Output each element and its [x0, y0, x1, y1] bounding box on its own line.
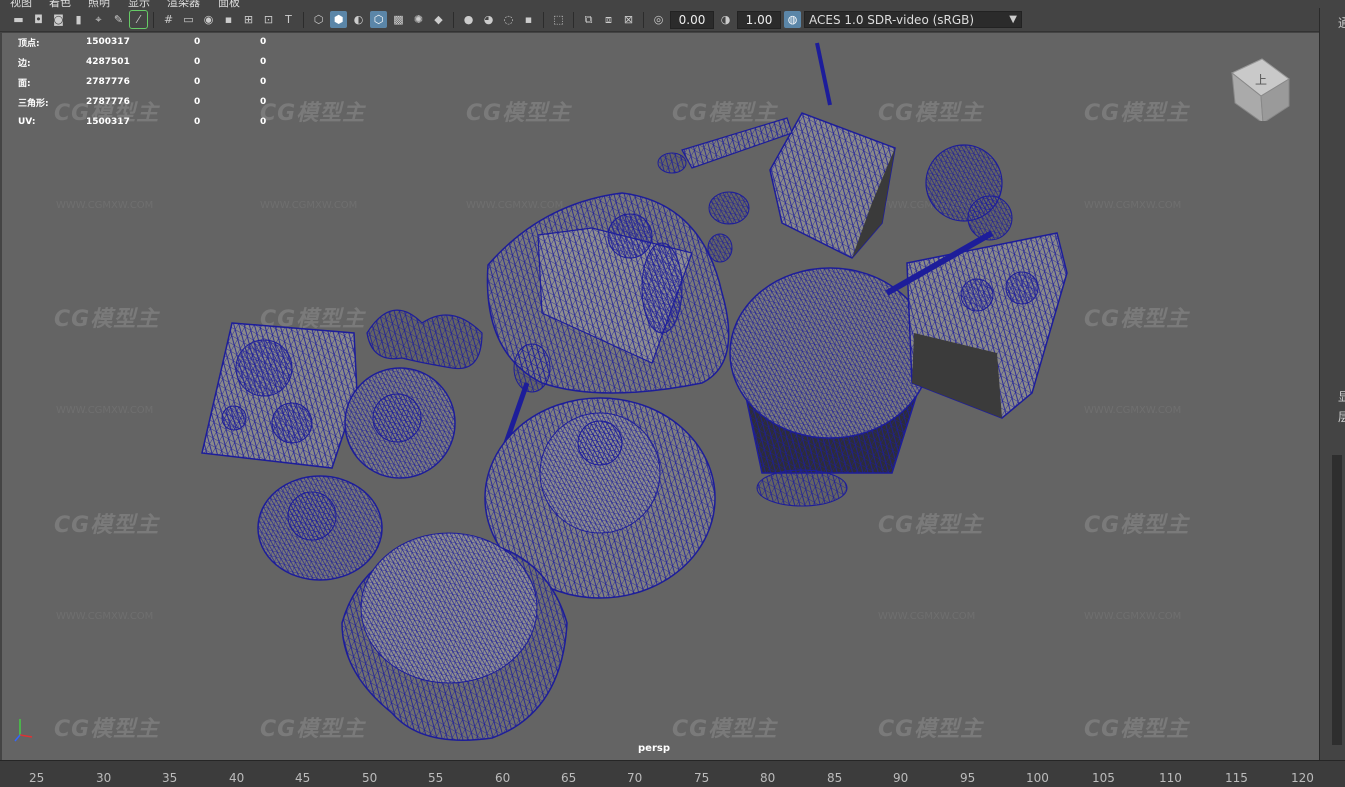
panel-tab-label[interactable]: 通 — [1338, 14, 1345, 31]
dessert-cup[interactable] — [729, 267, 931, 507]
time-tick-label: 85 — [827, 771, 843, 785]
exposure-icon[interactable]: ◎ — [650, 11, 667, 28]
xray-joints-icon[interactable]: ⧈ — [600, 11, 617, 28]
menu-lighting[interactable]: 照明 — [88, 0, 110, 8]
time-tick-label: 90 — [893, 771, 909, 785]
image-plane-icon[interactable]: ▮ — [70, 11, 87, 28]
resolution-gate-icon[interactable]: ◉ — [200, 11, 217, 28]
hud-row-edges: 边: 4287501 0 0 — [18, 57, 267, 69]
time-slider[interactable]: 25 30 35 40 45 50 55 60 65 70 75 80 85 9… — [0, 760, 1345, 787]
xray-icon[interactable]: ⧉ — [580, 11, 597, 28]
donut[interactable] — [344, 367, 456, 479]
2d-pan-zoom-icon[interactable]: ⌖ — [90, 11, 107, 28]
film-gate-icon[interactable]: ▭ — [180, 11, 197, 28]
strawberry-skewer[interactable] — [366, 309, 483, 370]
color-management-icon[interactable]: ◍ — [784, 11, 801, 28]
time-tick-label: 45 — [295, 771, 311, 785]
right-scrollbar[interactable] — [1332, 455, 1342, 745]
drink-box[interactable] — [769, 42, 896, 259]
menu-show[interactable]: 显示 — [128, 0, 150, 8]
time-tick-label: 35 — [162, 771, 178, 785]
time-tick-label: 100 — [1026, 771, 1049, 785]
time-tick-label: 120 — [1291, 771, 1314, 785]
square-cake[interactable] — [201, 322, 358, 469]
time-tick-label: 40 — [229, 771, 245, 785]
panel-tab-label[interactable]: 显 — [1338, 388, 1345, 405]
bookmark-icon[interactable]: ◙ — [50, 11, 67, 28]
time-tick-label: 80 — [760, 771, 776, 785]
time-tick-label: 65 — [561, 771, 577, 785]
cupcake[interactable] — [257, 475, 383, 581]
motion-blur-icon[interactable]: ◕ — [480, 11, 497, 28]
view-cube[interactable]: 上 — [1227, 51, 1297, 121]
smooth-shade-icon[interactable]: ⬢ — [330, 11, 347, 28]
backface-icon[interactable]: ⊠ — [620, 11, 637, 28]
hud-row-vertices: 顶点: 1500317 0 0 — [18, 37, 267, 49]
hud-row-faces: 面: 2787776 0 0 — [18, 77, 267, 89]
menu-bar: 视图 着色 照明 显示 渲染器 面板 — [0, 0, 1345, 8]
gate-mask-icon[interactable]: ▪ — [220, 11, 237, 28]
depth-of-field-icon[interactable]: ▪ — [520, 11, 537, 28]
rolling-pin[interactable] — [657, 117, 793, 174]
panel-tab-label[interactable]: 层 — [1338, 408, 1345, 425]
poly-count-hud: 顶点: 1500317 0 0 边: 4287501 0 0 面: 2787776 0 0 三角形… — [18, 33, 266, 132]
time-tick-label: 105 — [1092, 771, 1115, 785]
view-cube-top-label: 上 — [1255, 73, 1267, 87]
axis-gizmo-icon — [14, 719, 33, 742]
safe-action-icon[interactable]: ⊡ — [260, 11, 277, 28]
candy[interactable] — [707, 191, 750, 263]
textured-icon[interactable]: ▩ — [390, 11, 407, 28]
view-transform-select[interactable]: ACES 1.0 SDR-video (sRGB) ▼ — [804, 11, 1022, 28]
time-tick-label: 30 — [96, 771, 112, 785]
camera-select-icon[interactable]: ▬ — [10, 11, 27, 28]
lights-icon[interactable]: ✺ — [410, 11, 427, 28]
wireframe-scene[interactable] — [2, 33, 1319, 760]
time-tick-label: 55 — [428, 771, 444, 785]
hud-row-triangles: 三角形: 2787776 0 0 — [18, 97, 267, 109]
view-transform-value: ACES 1.0 SDR-video (sRGB) — [809, 12, 975, 27]
field-chart-icon[interactable]: ⊞ — [240, 11, 257, 28]
camera-attributes-icon[interactable]: ◘ — [30, 11, 47, 28]
wireframe-icon[interactable]: ⬡ — [310, 11, 327, 28]
time-tick-label: 50 — [362, 771, 378, 785]
exposure-field[interactable]: 0.00 — [670, 10, 714, 29]
time-tick-label: 75 — [694, 771, 710, 785]
shadows-icon[interactable]: ◆ — [430, 11, 447, 28]
pencil-icon[interactable]: ⁄ — [129, 10, 148, 29]
menu-panels[interactable]: 面板 — [218, 0, 240, 8]
anti-aliasing-icon[interactable]: ◌ — [500, 11, 517, 28]
safe-title-icon[interactable]: T — [280, 11, 297, 28]
time-tick-label: 95 — [960, 771, 976, 785]
grease-pencil-icon[interactable]: ✎ — [110, 11, 127, 28]
grid-icon[interactable]: # — [160, 11, 177, 28]
viewport-persp[interactable]: CG模型主 CG模型主 CG模型主 CG模型主 CG模型主 CG模型主 CG模型… — [2, 33, 1319, 760]
time-tick-label: 70 — [627, 771, 643, 785]
milk-carton[interactable] — [906, 232, 1068, 419]
time-tick-label: 25 — [29, 771, 45, 785]
wireframe-on-shaded-icon[interactable]: ⬡ — [370, 11, 387, 28]
screen-space-ao-icon[interactable]: ● — [460, 11, 477, 28]
menu-view[interactable]: 视图 — [10, 0, 32, 8]
menu-renderer[interactable]: 渲染器 — [167, 0, 200, 8]
panel-toolbar: ▬ ◘ ◙ ▮ ⌖ ✎ ⁄ # ▭ ◉ ▪ ⊞ ⊡ T ⬡ ⬢ ◐ ⬡ ▩ ✺ … — [0, 8, 1345, 32]
default-material-icon[interactable]: ◐ — [350, 11, 367, 28]
chevron-down-icon: ▼ — [1009, 14, 1017, 25]
camera-label: persp — [638, 743, 670, 754]
gamma-field[interactable]: 1.00 — [737, 10, 781, 29]
gamma-icon[interactable]: ◑ — [717, 11, 734, 28]
time-tick-label: 110 — [1159, 771, 1182, 785]
isolate-select-icon[interactable]: ⬚ — [550, 11, 567, 28]
hud-row-uvs: UV: 1500317 0 0 — [18, 117, 267, 127]
menu-shading[interactable]: 着色 — [49, 0, 71, 8]
time-tick-label: 115 — [1225, 771, 1248, 785]
time-tick-label: 60 — [495, 771, 511, 785]
